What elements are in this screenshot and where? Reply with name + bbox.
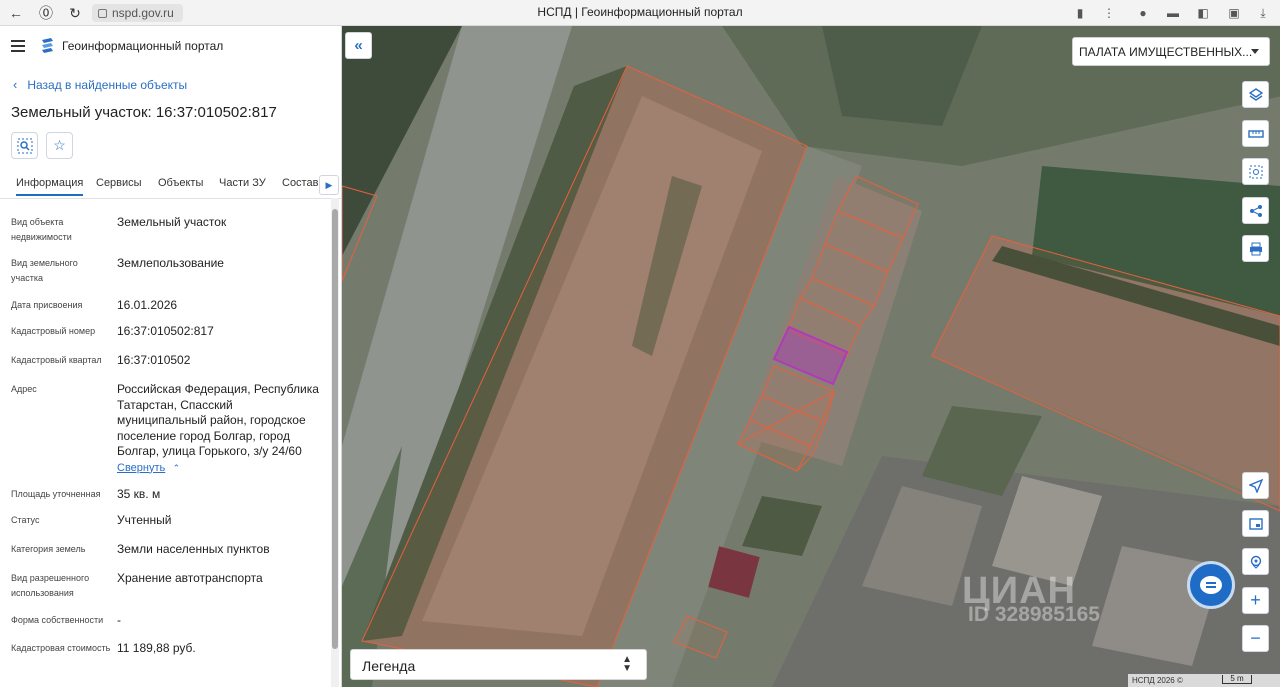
layer-select[interactable]: ПАЛАТА ИМУЩЕСТВЕННЫХ... <box>1072 37 1270 66</box>
print-icon <box>1249 242 1262 255</box>
downloads-icon[interactable]: ⤓ <box>1254 4 1272 22</box>
object-title: Земельный участок: 16:37:010502:817 <box>11 104 277 121</box>
tab-services[interactable]: Сервисы <box>96 177 142 189</box>
satellite-imagery <box>342 26 1280 687</box>
info-label: Форма собственности <box>11 615 104 625</box>
back-link-label: Назад в найденные объекты <box>27 77 188 92</box>
info-label: Площадь уточненная <box>11 489 101 499</box>
favorite-button[interactable]: ☆ <box>46 132 73 159</box>
info-value: Земельный участок <box>117 215 227 229</box>
share-button[interactable] <box>1242 197 1269 224</box>
double-chevron-left-icon: « <box>354 37 363 54</box>
browser-toolbar: ← ⓪ ↻ nspd.gov.ru НСПД | Геоинформационн… <box>0 0 1280 26</box>
address-text: nspd.gov.ru <box>112 6 174 20</box>
legend-dropdown[interactable]: Легенда ▲ ▼ <box>350 649 647 680</box>
chevron-up-icon[interactable]: ⌃ <box>173 463 181 473</box>
locate-me-button[interactable] <box>1242 472 1269 499</box>
chat-button[interactable] <box>1187 561 1235 609</box>
info-value: Земли населенных пунктов <box>117 542 270 556</box>
info-label: Категория земель <box>11 544 86 554</box>
extension-icon[interactable]: ● <box>1134 4 1152 22</box>
bookmark-icon[interactable]: ▮ <box>1071 4 1089 22</box>
info-value: 16:37:010502:817 <box>117 324 214 338</box>
info-value: Российская Федерация, Республика Татарст… <box>117 382 322 476</box>
menu-icon[interactable] <box>11 40 25 52</box>
info-value: Учтенный <box>117 513 172 527</box>
layers-icon <box>1248 87 1263 101</box>
extension-icon[interactable]: ◧ <box>1194 4 1212 22</box>
tab-objects[interactable]: Объекты <box>158 177 203 189</box>
print-button[interactable] <box>1242 235 1269 262</box>
info-value: 16:37:010502 <box>117 353 191 367</box>
sidebar-panel: Геоинформационный портал ‹ Назад в найде… <box>0 26 342 687</box>
select-area-button[interactable] <box>1242 158 1269 185</box>
back-arrow-icon[interactable]: ← <box>6 3 26 23</box>
info-value: Землепользование <box>117 256 224 270</box>
ruler-icon <box>1247 129 1264 138</box>
tabs-scroll-right-icon[interactable]: ▶ <box>319 175 339 195</box>
back-to-results-link[interactable]: ‹ Назад в найденные объекты <box>13 77 187 92</box>
info-value: Хранение автотранспорта <box>117 571 263 585</box>
locate-object-icon <box>17 138 32 153</box>
map-view[interactable] <box>342 26 1280 687</box>
map-copyright: НСПД 2026 © <box>1128 674 1280 687</box>
scale-bar: 5 m <box>1222 675 1252 684</box>
caret-down-icon <box>1251 49 1259 54</box>
up-down-chevron-icon: ▲ ▼ <box>622 654 632 674</box>
address-text: Российская Федерация, Республика Татарст… <box>117 382 319 458</box>
info-label: Вид земельного участка <box>11 258 78 283</box>
info-value: 16.01.2026 <box>117 298 178 312</box>
layers-button[interactable] <box>1242 81 1269 108</box>
collapse-link[interactable]: Свернуть <box>117 462 165 474</box>
reload-icon[interactable]: ↻ <box>65 3 85 23</box>
select-area-icon <box>1249 165 1262 178</box>
browser-brand-icon[interactable]: ⓪ <box>36 3 56 23</box>
info-value: 11 189,88 руб. <box>117 641 196 655</box>
info-label: Вид разрешенного использования <box>11 573 90 598</box>
info-label: Адрес <box>11 384 37 394</box>
extension-icon[interactable]: ▣ <box>1225 4 1243 22</box>
share-icon <box>1249 204 1262 217</box>
layer-select-value: ПАЛАТА ИМУЩЕСТВЕННЫХ... <box>1079 45 1253 59</box>
minimap-icon <box>1248 517 1263 530</box>
zoom-out-button[interactable]: − <box>1242 625 1269 652</box>
info-value: 35 кв. м <box>117 487 161 501</box>
star-icon: ☆ <box>53 137 66 153</box>
info-label: Дата присвоения <box>11 300 83 310</box>
pin-search-icon <box>1250 555 1261 569</box>
minimap-button[interactable] <box>1242 510 1269 537</box>
watermark-id: ID 328985165 <box>968 603 1100 626</box>
tab-composition[interactable]: Состав <box>282 177 318 189</box>
portal-logo-icon <box>42 38 53 53</box>
address-bar[interactable]: nspd.gov.ru <box>92 4 183 22</box>
locate-icon <box>1248 478 1263 493</box>
chat-icon <box>1200 576 1222 594</box>
collapse-sidebar-button[interactable]: « <box>345 32 372 59</box>
info-value: - <box>117 613 121 627</box>
info-label: Кадастровый квартал <box>11 355 102 365</box>
zoom-in-button[interactable]: + <box>1242 587 1269 614</box>
show-on-map-button[interactable] <box>11 132 38 159</box>
measure-button[interactable] <box>1242 120 1269 147</box>
zoom-in-icon: + <box>1250 590 1261 610</box>
portal-title: Геоинформационный портал <box>62 39 224 53</box>
lock-icon <box>98 8 107 18</box>
pin-search-button[interactable] <box>1242 548 1269 575</box>
zoom-out-icon: − <box>1250 628 1261 648</box>
legend-label: Легенда <box>362 658 416 674</box>
more-menu-icon[interactable]: ⋮ <box>1100 4 1118 22</box>
info-label: Статус <box>11 515 40 525</box>
chevron-left-icon: ‹ <box>13 77 18 92</box>
extension-icon[interactable]: ▬ <box>1164 4 1182 22</box>
info-tabs: Информация Сервисы Объекты Части ЗУ Сост… <box>0 171 341 199</box>
info-label: Кадастровая стоимость <box>11 643 111 653</box>
info-label: Вид объекта недвижимости <box>11 217 72 242</box>
tab-parts[interactable]: Части ЗУ <box>219 177 266 189</box>
tab-information[interactable]: Информация <box>16 177 84 196</box>
scrollbar-thumb[interactable] <box>332 209 338 649</box>
info-label: Кадастровый номер <box>11 326 96 336</box>
